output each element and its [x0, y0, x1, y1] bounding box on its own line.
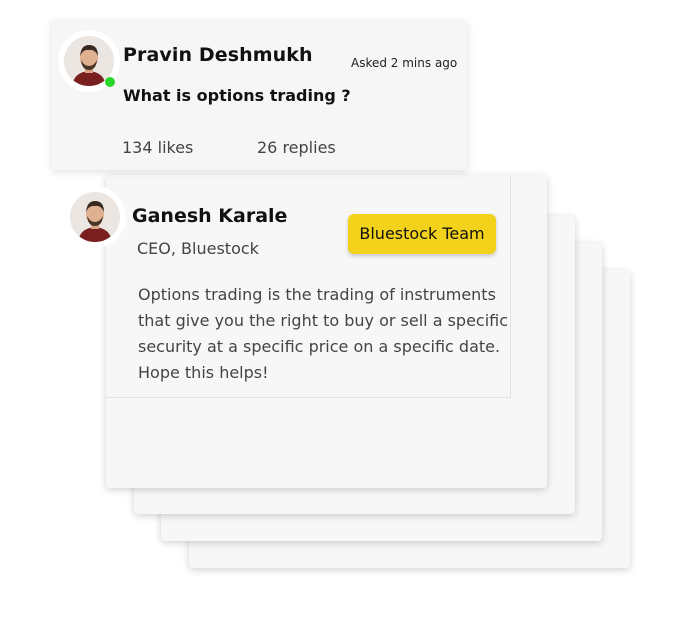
team-badge: Bluestock Team [348, 214, 496, 254]
online-status-dot [105, 77, 115, 87]
answer-author-avatar[interactable] [64, 186, 126, 248]
answer-author-role: CEO, Bluestock [137, 239, 259, 258]
question-text[interactable]: What is options trading ? [123, 86, 351, 105]
replies-count[interactable]: 26 replies [257, 138, 336, 157]
answer-text: Options trading is the trading of instru… [138, 285, 509, 382]
answer-author-name[interactable]: Ganesh Karale [132, 205, 287, 227]
question-author-name[interactable]: Pravin Deshmukh [123, 44, 313, 66]
avatar-image [70, 192, 120, 242]
question-author-avatar[interactable] [58, 30, 120, 92]
likes-count[interactable]: 134 likes [122, 138, 193, 157]
question-timestamp: Asked 2 mins ago [351, 56, 458, 70]
